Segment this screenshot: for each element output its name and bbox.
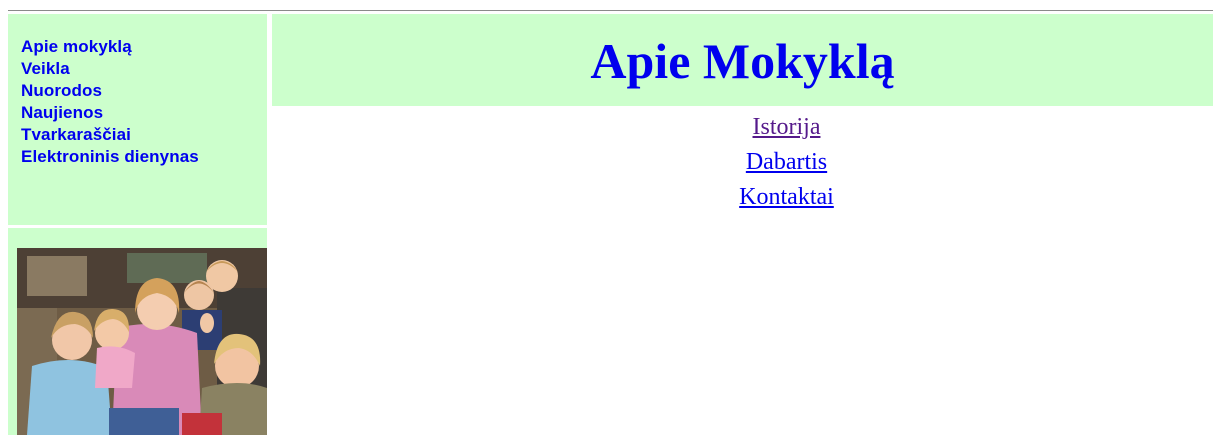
sidebar-link-tvarkarasciai[interactable]: Tvarkaraščiai [21, 125, 131, 144]
page-header: Apie Mokyklą [272, 14, 1213, 106]
sidebar-menu-panel: Apie mokyklą Veikla Nuorodos Naujienos T… [8, 14, 267, 225]
sidebar-item: Naujienos [21, 102, 199, 124]
sidebar-link-nuorodos[interactable]: Nuorodos [21, 81, 102, 100]
sidebar-link-elektroninis-dienynas[interactable]: Elektroninis dienynas [21, 147, 199, 166]
page-title: Apie Mokyklą [590, 33, 895, 89]
link-kontaktai[interactable]: Kontaktai [272, 183, 1213, 218]
sidebar-item: Nuorodos [21, 80, 199, 102]
sidebar-item: Veikla [21, 58, 199, 80]
sidebar-link-naujienos[interactable]: Naujienos [21, 103, 103, 122]
sidebar-item: Elektroninis dienynas [21, 146, 199, 168]
sidebar-item: Apie mokyklą [21, 36, 199, 58]
top-horizontal-rule [8, 10, 1213, 11]
group-of-children-photo [17, 248, 267, 435]
link-dabartis[interactable]: Dabartis [272, 148, 1213, 183]
sidebar-photo-panel [8, 228, 267, 435]
section-links: Istorija Dabartis Kontaktai [272, 113, 1213, 218]
sidebar-link-veikla[interactable]: Veikla [21, 59, 70, 78]
link-istorija[interactable]: Istorija [272, 113, 1213, 148]
sidebar-menu: Apie mokyklą Veikla Nuorodos Naujienos T… [21, 36, 199, 168]
sidebar: Apie mokyklą Veikla Nuorodos Naujienos T… [8, 14, 267, 435]
sidebar-link-apie-mokykla[interactable]: Apie mokyklą [21, 37, 132, 56]
sidebar-item: Tvarkaraščiai [21, 124, 199, 146]
